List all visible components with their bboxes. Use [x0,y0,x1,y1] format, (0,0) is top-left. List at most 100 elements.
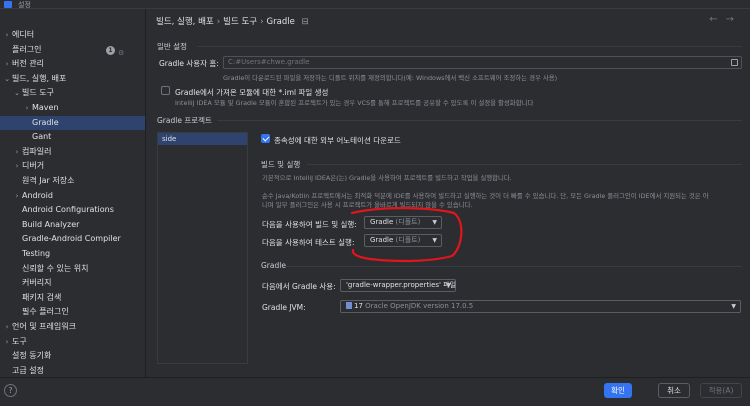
chevron-down-icon: ▼ [432,237,437,244]
sidebar-item[interactable]: ⌄ 빌드, 실행, 배포 [0,72,145,87]
chevron-right-icon[interactable]: › [13,159,21,174]
project-list-item[interactable]: side [158,133,247,145]
build-run-with-select[interactable]: Gradle (디폴트) ▼ [364,216,442,229]
sidebar-item-label: 버전 관리 [12,59,44,69]
download-annotations-label: 종속성에 대한 외부 어노테이션 다운로드 [274,136,401,145]
sidebar-item[interactable]: Gradle [0,115,145,131]
divider [283,266,742,267]
sidebar-item[interactable]: › 도구 [0,335,145,350]
chevron-down-icon: ▼ [446,282,451,289]
forward-arrow-icon[interactable]: → [726,14,742,25]
chevron-right-icon[interactable]: › [3,57,11,72]
back-arrow-icon[interactable]: ← [709,14,725,25]
apply-button[interactable]: 적용(A) [700,383,742,398]
sidebar-item-label: 고급 설정 [12,365,44,375]
chevron-right-icon: › [216,17,221,27]
help-button[interactable]: ? [4,384,17,397]
gradle-jvm-version: 17 [354,302,363,310]
sidebar-item[interactable]: 신뢰할 수 있는 위치 [0,262,145,277]
breadcrumb-part: 빌드, 실행, 배포 [156,17,214,27]
nav-arrows: ←→ [709,14,742,25]
app-icon [4,1,12,8]
chevron-right-icon[interactable]: › [13,189,21,204]
sidebar-item[interactable]: 패키지 검색 [0,291,145,306]
use-gradle-from-select[interactable]: 'gradle-wrapper.properties' 파일 ▼ [340,279,456,292]
chevron-down-icon[interactable]: ⌄ [3,72,11,87]
layout-icon: ⊟ [301,17,309,27]
sidebar-item[interactable]: › 버전 관리 [0,57,145,72]
sidebar-item[interactable]: › Maven [0,101,145,116]
gradle-user-home-value: C:#Users#chwe.gradle [228,58,310,66]
sidebar-item-label: 디버거 [22,161,45,171]
sidebar-item[interactable]: › 언어 및 프레임워크 [0,320,145,335]
sidebar-item[interactable]: 필수 플러그인 [0,305,145,320]
sidebar-item[interactable]: 설정 동기화 [0,349,145,364]
settings-sidebar: › 에디터 플러그인 1 ⚙ › 버전 관리 ⌄ 빌드, 실행, 배포 ⌄ 빌드 도구 › Maven G… [0,9,146,377]
breadcrumb-part: Gradle [266,17,295,27]
gradle-jvm-select[interactable]: 17 Oracle OpenJDK version 17.0.5 ▼ [340,300,741,313]
sidebar-item[interactable]: › 컴파일러 [0,145,145,160]
use-gradle-from-value: 'gradle-wrapper.properties' 파일 [346,281,457,289]
sidebar-item-label: 도구 [12,336,27,346]
build-run-hint: 기본적으로 IntelliJ IDEA은(는) Gradle을 사용하여 프로젝… [262,174,512,182]
chevron-down-icon: ▼ [731,303,736,310]
translate-icon: ⚙ [118,48,125,57]
chevron-right-icon[interactable]: › [23,101,31,116]
chevron-right-icon[interactable]: › [13,145,21,160]
sidebar-item[interactable]: Android Configurations [0,203,145,218]
sidebar-item[interactable]: Build Analyzer [0,218,145,233]
chevron-right-icon[interactable]: › [3,335,11,350]
jdk-icon [346,302,352,309]
sidebar-item[interactable]: › 에디터 [0,28,145,43]
gradle-user-home-label: Gradle 사용자 홈: [159,59,219,68]
use-gradle-from-label: 다음에서 Gradle 사용: [262,282,336,291]
default-suffix: (디폴트) [395,236,421,244]
sidebar-item[interactable]: Testing [0,247,145,262]
gradle-projects-header: Gradle 프로젝트 [157,116,212,125]
sidebar-item-label: 필수 플러그인 [22,307,69,317]
sidebar-item[interactable]: ⌄ 빌드 도구 [0,86,145,101]
sidebar-item-label: 플러그인 [12,44,42,54]
gradle-user-home-input[interactable]: C:#Users#chwe.gradle [223,56,742,69]
sidebar-item[interactable]: Gradle-Android Compiler [0,232,145,247]
chevron-right-icon[interactable]: › [3,28,11,43]
sidebar-item-label: Gradle-Android Compiler [22,234,121,244]
sidebar-item-label: Gradle [32,117,59,127]
default-suffix: (디폴트) [395,218,421,226]
chevron-right-icon[interactable]: › [3,320,11,335]
sidebar-item-label: 신뢰할 수 있는 위치 [22,263,89,273]
sidebar-item[interactable]: Gant [0,130,145,145]
sidebar-item-label: 컴파일러 [22,146,52,156]
sidebar-item[interactable]: 플러그인 1 ⚙ [0,43,145,58]
gradle-jvm-description: Oracle OpenJDK version 17.0.5 [365,302,474,310]
sidebar-item[interactable]: 커버리지 [0,276,145,291]
sidebar-item-label: Android [22,190,53,200]
breadcrumb-part: 빌드 도구 [223,17,258,27]
sidebar-item[interactable]: 원격 Jar 저장소 [0,174,145,189]
build-run-header: 빌드 및 실행 [261,160,301,169]
run-tests-with-label: 다음을 사용하여 테스트 실행: [262,238,355,247]
general-settings-header: 일반 설정 [157,42,187,51]
sidebar-item[interactable]: 고급 설정 [0,364,145,377]
cancel-button[interactable]: 취소 [658,383,690,398]
run-tests-with-select[interactable]: Gradle (디폴트) ▼ [364,234,442,247]
ok-button[interactable]: 확인 [604,383,632,398]
breadcrumb: 빌드, 실행, 배포 › 빌드 도구 › Gradle ⊟ [156,15,309,27]
chevron-down-icon[interactable]: ⌄ [13,86,21,101]
download-annotations-checkbox[interactable] [261,134,270,143]
divider [197,46,742,47]
sidebar-item[interactable]: › Android [0,189,145,204]
sidebar-item-label: 원격 Jar 저장소 [22,176,75,185]
divider [307,164,742,165]
sidebar-item-label: 패키지 검색 [22,292,62,302]
dialog-footer: ? 확인 취소 적용(A) [0,377,750,406]
folder-icon[interactable] [731,59,738,66]
sidebar-item-label: 커버리지 [22,278,52,288]
chevron-right-icon: › [260,17,264,27]
sidebar-item[interactable]: › 디버거 [0,159,145,174]
iml-checkbox[interactable] [161,86,170,95]
sidebar-item-label: 빌드 도구 [22,88,54,98]
chevron-down-icon: ▼ [432,219,437,226]
build-run-with-label: 다음을 사용하여 빌드 및 실행: [262,220,357,229]
iml-checkbox-label: Gradle에서 가져온 모듈에 대한 *.iml 파일 생성 [175,88,329,97]
